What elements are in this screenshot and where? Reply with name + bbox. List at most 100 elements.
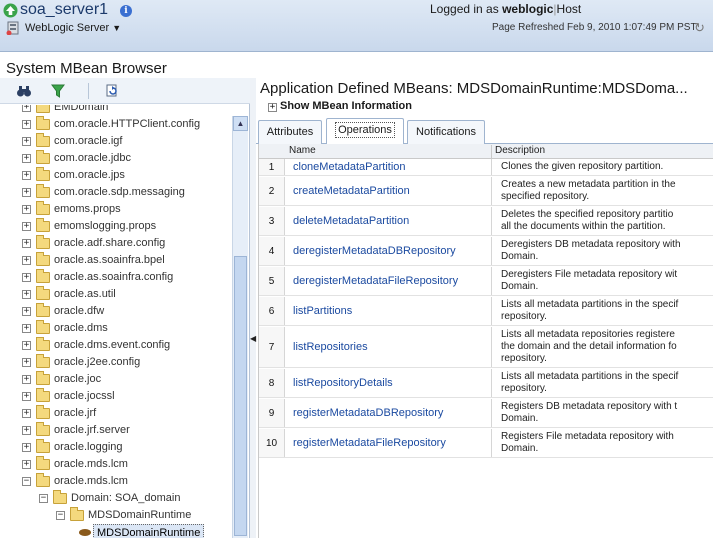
table-row[interactable]: 8 listRepositoryDetails Lists all metadata… (259, 369, 713, 398)
tree-node[interactable]: + oracle.jrf.server (0, 422, 232, 439)
expand-icon[interactable]: + (22, 426, 31, 435)
operation-link[interactable]: cloneMetadataPartition (293, 159, 406, 175)
operation-name: registerMetadataDBRepository (293, 407, 444, 419)
expand-icon[interactable]: + (22, 358, 31, 367)
tree-node[interactable]: + oracle.as.soainfra.config (0, 269, 232, 286)
tree-node[interactable]: + oracle.as.util (0, 286, 232, 303)
expand-icon[interactable]: + (22, 171, 31, 180)
tree-node[interactable]: + com.oracle.jps (0, 167, 232, 184)
operation-link[interactable]: listRepositories (293, 327, 368, 367)
refresh-icon[interactable]: ↻ (694, 20, 705, 36)
host-link[interactable]: Host (557, 2, 582, 16)
column-header-name[interactable]: Name (289, 145, 316, 156)
expand-icon[interactable]: + (22, 290, 31, 299)
description-line: Domain. (501, 281, 539, 292)
row-number: 3 (259, 207, 285, 235)
folder-icon (36, 218, 50, 232)
expand-icon[interactable]: + (22, 273, 31, 282)
tree-node[interactable]: + oracle.joc (0, 371, 232, 388)
tree-scrollbar[interactable]: ▲ (232, 116, 248, 538)
operation-link[interactable]: createMetadataPartition (293, 177, 410, 205)
tree-node[interactable]: MDSDomainRuntime (0, 524, 232, 538)
tree-node[interactable]: + com.oracle.igf (0, 133, 232, 150)
table-row[interactable]: 2 createMetadataPartition Creates a new me… (259, 177, 713, 206)
expand-icon[interactable]: + (22, 392, 31, 401)
tree-node[interactable]: + oracle.jocssl (0, 388, 232, 405)
tree-node[interactable]: + oracle.dms (0, 320, 232, 337)
header-bar: soa_server1 i WebLogic Server ▼ Logged i… (0, 0, 713, 52)
show-mbean-info-label: Show MBean Information (280, 100, 412, 112)
table-row[interactable]: 10 registerMetadataFileRepository Register… (259, 429, 713, 458)
operation-link[interactable]: listPartitions (293, 297, 352, 325)
expand-icon[interactable]: + (22, 120, 31, 129)
expand-icon[interactable]: + (22, 460, 31, 469)
tree-node[interactable]: + oracle.dms.event.config (0, 337, 232, 354)
expand-icon[interactable]: + (22, 443, 31, 452)
tree-node[interactable]: + oracle.adf.share.config (0, 235, 232, 252)
expand-icon[interactable]: + (22, 239, 31, 248)
tree-node[interactable]: + oracle.as.soainfra.bpel (0, 252, 232, 269)
collapse-icon[interactable]: − (22, 477, 31, 486)
expand-icon[interactable]: + (22, 256, 31, 265)
binoculars-icon[interactable] (16, 83, 32, 99)
tree-node[interactable]: − oracle.mds.lcm (0, 473, 232, 490)
table-row[interactable]: 3 deleteMetadataPartition Deletes the spec… (259, 207, 713, 236)
table-row[interactable]: 5 deregisterMetadataFileRepository Deregis… (259, 267, 713, 296)
column-header-description[interactable]: Description (495, 145, 545, 156)
operation-link[interactable]: registerMetadataFileRepository (293, 429, 446, 457)
tree-node[interactable]: + oracle.j2ee.config (0, 354, 232, 371)
tree-node[interactable]: − MDSDomainRuntime (0, 507, 232, 524)
expand-icon[interactable]: + (22, 375, 31, 384)
table-row[interactable]: 6 listPartitions Lists all metadata partit… (259, 297, 713, 326)
expand-icon[interactable]: + (22, 409, 31, 418)
operation-link[interactable]: listRepositoryDetails (293, 369, 393, 397)
table-row[interactable]: 9 registerMetadataDBRepository Registers D… (259, 399, 713, 428)
refresh-tree-icon[interactable] (104, 83, 120, 99)
table-row[interactable]: 7 listRepositories Lists all metadata repo… (259, 327, 713, 368)
tree-node[interactable]: + com.oracle.HTTPClient.config (0, 116, 232, 133)
filter-icon[interactable] (50, 83, 66, 99)
folder-icon (36, 422, 50, 436)
tree-node[interactable]: + oracle.jrf (0, 405, 232, 422)
expand-icon[interactable]: + (22, 324, 31, 333)
tab-notifications[interactable]: Notifications (407, 120, 485, 144)
tab-attributes[interactable]: Attributes (258, 120, 322, 144)
tree-node[interactable]: + oracle.dfw (0, 303, 232, 320)
show-mbean-info-toggle[interactable]: + Show MBean Information (268, 100, 412, 112)
expand-icon[interactable]: + (22, 307, 31, 316)
collapse-icon[interactable]: − (39, 494, 48, 503)
operation-name: listPartitions (293, 305, 353, 317)
collapse-icon[interactable]: − (56, 511, 65, 520)
expand-icon[interactable]: + (22, 222, 31, 231)
expand-icon[interactable]: + (22, 154, 31, 163)
tree-node[interactable]: + com.oracle.jdbc (0, 150, 232, 167)
tab-operations[interactable]: Operations (326, 118, 404, 145)
tab-operations-label: Operations (335, 122, 395, 138)
expand-icon[interactable]: + (22, 137, 31, 146)
operation-link[interactable]: registerMetadataDBRepository (293, 399, 443, 427)
scroll-up-button[interactable]: ▲ (233, 116, 248, 131)
tree-node[interactable]: − Domain: SOA_domain (0, 490, 232, 507)
operation-link[interactable]: deleteMetadataPartition (293, 207, 409, 235)
tree-node[interactable]: + EMDomain (0, 105, 232, 116)
tree-node[interactable]: + com.oracle.sdp.messaging (0, 184, 232, 201)
table-row[interactable]: 4 deregisterMetadataDBRepository Deregiste… (259, 237, 713, 266)
tree-toolbar (0, 78, 250, 104)
tree-node[interactable]: + oracle.logging (0, 439, 232, 456)
expand-icon[interactable]: + (22, 188, 31, 197)
weblogic-server-menu[interactable]: WebLogic Server ▼ (25, 22, 121, 34)
table-row[interactable]: 1 cloneMetadataPartition Clones the given … (259, 159, 713, 176)
info-icon[interactable]: i (120, 5, 132, 17)
scroll-thumb[interactable] (234, 256, 247, 536)
folder-icon (36, 269, 50, 283)
expand-icon[interactable]: + (22, 105, 31, 112)
expand-icon[interactable]: + (22, 205, 31, 214)
tree-node-label: oracle.adf.share.config (54, 237, 166, 249)
mbean-icon (79, 529, 91, 536)
tree-node[interactable]: + emoms.props (0, 201, 232, 218)
expand-icon[interactable]: + (22, 341, 31, 350)
operation-link[interactable]: deregisterMetadataFileRepository (293, 267, 458, 295)
tree-node[interactable]: + oracle.mds.lcm (0, 456, 232, 473)
tree-node[interactable]: + emomslogging.props (0, 218, 232, 235)
operation-link[interactable]: deregisterMetadataDBRepository (293, 237, 456, 265)
